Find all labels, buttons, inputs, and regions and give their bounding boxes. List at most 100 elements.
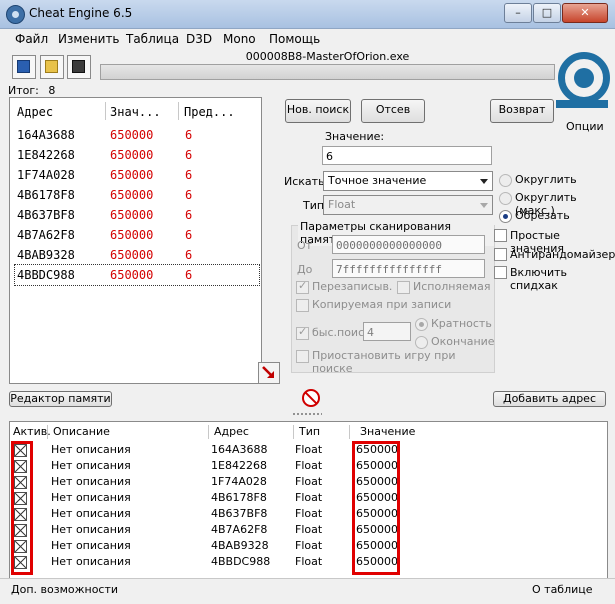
undo-scan-button[interactable]: Возврат: [490, 99, 554, 123]
memory-view-button[interactable]: Редактор памяти: [9, 391, 112, 407]
results-row[interactable]: 1F74A028 650000 6: [14, 165, 258, 185]
stop-address-input[interactable]: 7fffffffffffffff: [332, 259, 485, 278]
arrow-down-right-icon: [262, 366, 274, 378]
menu-mono[interactable]: Mono: [223, 32, 256, 46]
app-icon: [6, 5, 25, 24]
address-table[interactable]: Актив. Описание Адрес Тип Значение Нет о…: [9, 421, 608, 579]
window-title: Cheat Engine 6.5: [29, 6, 133, 20]
advanced-options-link[interactable]: Доп. возможности: [11, 583, 118, 596]
row-description: Нет описания: [51, 475, 131, 488]
pause-game-checkbox[interactable]: [296, 350, 309, 363]
process-name: 000008B8-MasterOfOrion.exe: [245, 50, 410, 63]
copy-to-table-button[interactable]: [258, 362, 280, 384]
truncated-radio[interactable]: [499, 210, 512, 223]
row-address: 1F74A028: [17, 168, 75, 182]
row-value: 650000: [110, 168, 154, 182]
row-address: 164A3688: [17, 128, 75, 142]
splitter-handle[interactable]: [292, 412, 322, 416]
memory-scan-options-group: Параметры сканирования памяти От 0000000…: [291, 220, 495, 375]
col-description[interactable]: Описание: [53, 425, 110, 438]
table-row[interactable]: Нет описания 4BBDC988 Float 650000: [10, 554, 607, 570]
add-address-button[interactable]: Добавить адрес: [493, 391, 606, 407]
table-row[interactable]: Нет описания 4B7A62F8 Float 650000: [10, 522, 607, 538]
row-description: Нет описания: [51, 491, 131, 504]
results-row[interactable]: 164A3688 650000 6: [14, 125, 258, 145]
menu-table[interactable]: Таблица: [126, 32, 179, 46]
menu-help[interactable]: Помощь: [269, 32, 320, 46]
speedhack-label: Включить спидхак: [510, 266, 568, 292]
fast-scan-input[interactable]: 4: [363, 322, 411, 341]
row-value: 650000: [110, 268, 154, 282]
results-row[interactable]: 4B7A62F8 650000 6: [14, 225, 258, 245]
scan-type-select[interactable]: Точное значение: [323, 171, 493, 191]
executable-label: Исполняемая: [413, 280, 491, 293]
fast-scan-label: быс.поиск: [312, 326, 371, 339]
results-row[interactable]: 4B637BF8 650000 6: [14, 205, 258, 225]
minimize-button[interactable]: –: [504, 3, 532, 23]
menu-d3d[interactable]: D3D: [186, 32, 212, 46]
clear-list-icon[interactable]: [302, 389, 320, 407]
value-label: Значение:: [325, 130, 385, 143]
settings-label[interactable]: Опции: [566, 120, 604, 133]
table-row[interactable]: Нет описания 1E842268 Float 650000: [10, 458, 607, 474]
cheat-engine-logo[interactable]: [556, 50, 610, 112]
writable-checkbox[interactable]: [296, 279, 309, 294]
table-extras-link[interactable]: О таблице: [532, 583, 593, 596]
row-address: 4B6178F8: [17, 188, 75, 202]
save-button[interactable]: [67, 55, 91, 79]
open-process-button[interactable]: [12, 55, 36, 79]
scan-type-value: Точное значение: [328, 174, 427, 187]
rounded-extreme-radio[interactable]: [499, 192, 512, 205]
unrandomizer-checkbox[interactable]: [494, 248, 507, 261]
close-button[interactable]: ✕: [562, 3, 608, 23]
next-scan-button[interactable]: Отсев: [361, 99, 425, 123]
open-file-button[interactable]: [40, 55, 64, 79]
found-label: Итог:: [8, 84, 39, 97]
col-active[interactable]: Актив.: [13, 425, 51, 438]
col-type[interactable]: Тип: [299, 425, 320, 438]
table-row[interactable]: Нет описания 164A3688 Float 650000: [10, 442, 607, 458]
row-description: Нет описания: [51, 459, 131, 472]
results-header: Адрес Знач... Пред...: [10, 98, 261, 124]
table-row[interactable]: Нет описания 4B637BF8 Float 650000: [10, 506, 607, 522]
simple-values-checkbox[interactable]: [494, 229, 507, 242]
results-row[interactable]: 4BAB9328 650000 6: [14, 245, 258, 265]
row-description: Нет описания: [51, 555, 131, 568]
speedhack-checkbox[interactable]: [494, 266, 507, 279]
row-address: 1E842268: [211, 459, 267, 472]
scan-progress-bar: [100, 64, 555, 80]
menu-file[interactable]: Файл: [15, 32, 48, 46]
menu-bar: Файл Изменить Таблица D3D Mono Помощь: [0, 29, 615, 49]
header-address[interactable]: Адрес: [17, 105, 53, 119]
value-type-value: Float: [328, 198, 356, 211]
table-row[interactable]: Нет описания 4B6178F8 Float 650000: [10, 490, 607, 506]
value-input[interactable]: 6: [322, 146, 492, 165]
row-description: Нет описания: [51, 443, 131, 456]
results-row-selected[interactable]: 4BBDC988 650000 6: [14, 264, 260, 286]
header-previous[interactable]: Пред...: [184, 105, 235, 119]
col-address[interactable]: Адрес: [214, 425, 249, 438]
table-row[interactable]: Нет описания 4BAB9328 Float 650000: [10, 538, 607, 554]
rounded-radio[interactable]: [499, 174, 512, 187]
row-address: 4B6178F8: [211, 491, 267, 504]
last-digits-radio[interactable]: [415, 336, 428, 349]
table-row[interactable]: Нет описания 1F74A028 Float 650000: [10, 474, 607, 490]
results-row[interactable]: 1E842268 650000 6: [14, 145, 258, 165]
pause-game-label: Приостановить игру при поиске: [312, 349, 456, 375]
alignment-radio[interactable]: [415, 318, 428, 331]
scan-results-list[interactable]: Адрес Знач... Пред... 164A3688 650000 6 1E…: [9, 97, 262, 384]
start-address-input[interactable]: 0000000000000000: [332, 235, 485, 254]
fast-scan-checkbox[interactable]: [296, 325, 309, 340]
row-address: 4B637BF8: [211, 507, 268, 520]
col-value[interactable]: Значение: [360, 425, 415, 438]
maximize-button[interactable]: □: [533, 3, 561, 23]
header-value[interactable]: Знач...: [110, 105, 161, 119]
executable-checkbox[interactable]: [397, 281, 410, 294]
new-scan-button[interactable]: Нов. поиск: [285, 99, 351, 123]
results-row[interactable]: 4B6178F8 650000 6: [14, 185, 258, 205]
copy-on-write-checkbox[interactable]: [296, 299, 309, 312]
row-address: 164A3688: [211, 443, 268, 456]
value-type-label: Тип: [303, 199, 325, 212]
value-type-select[interactable]: Float: [323, 195, 493, 215]
menu-edit[interactable]: Изменить: [58, 32, 120, 46]
